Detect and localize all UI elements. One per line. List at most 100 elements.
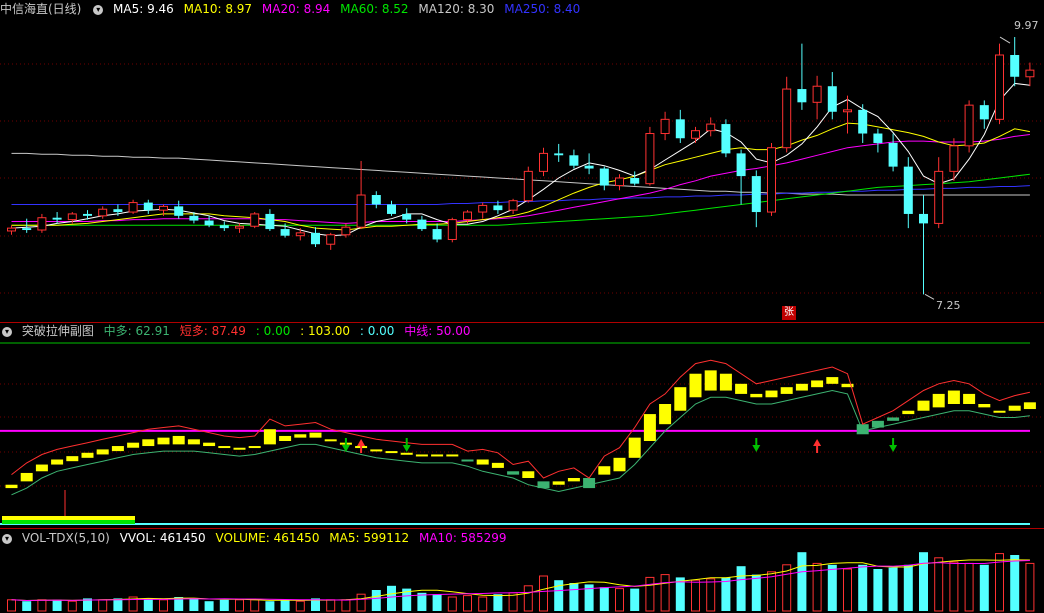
- sub-bar: [674, 387, 687, 411]
- candle-body: [767, 147, 776, 213]
- sub-bar: [127, 442, 140, 448]
- candle-body: [675, 119, 685, 139]
- candle-body: [888, 142, 898, 167]
- candle-body: [387, 204, 396, 214]
- candle-body: [417, 219, 427, 230]
- candle-body: [98, 208, 108, 217]
- sub-bar: [5, 484, 18, 489]
- volume-bar: [767, 571, 776, 612]
- volume-bar: [280, 599, 290, 611]
- sub-bar: [932, 393, 945, 408]
- candle-body: [371, 195, 381, 205]
- sub-bar: [279, 435, 292, 441]
- volume-bar: [7, 599, 16, 612]
- volume-bar: [447, 596, 457, 612]
- candle-body: [250, 213, 260, 227]
- candle-body: [1010, 55, 1020, 77]
- candle-body: [630, 177, 640, 184]
- candle-body: [341, 226, 351, 236]
- volume-bar: [599, 587, 609, 611]
- sub-bar: [780, 387, 793, 394]
- sub-bar: [187, 439, 200, 445]
- volume-bar: [37, 599, 47, 612]
- sub-bar: [172, 435, 185, 445]
- ma60-line: [11, 173, 1030, 226]
- candle-body: [979, 105, 989, 120]
- ma5-line: [11, 82, 1030, 237]
- sub-bar: [218, 446, 231, 449]
- sub-bar: [978, 404, 991, 408]
- volume-bar: [569, 583, 579, 611]
- candle-body: [903, 166, 913, 214]
- volume-bar: [265, 601, 275, 611]
- sub-bar: [66, 456, 79, 462]
- sub-bar: [461, 459, 474, 462]
- volume-bar: [630, 588, 640, 611]
- sub-bar: [659, 404, 672, 425]
- volume-bar: [751, 574, 761, 611]
- volume-bar: [98, 599, 108, 612]
- sub-bar: [795, 383, 808, 391]
- candle-body: [736, 153, 746, 177]
- sub-bar: [400, 452, 413, 455]
- candle-body: [83, 213, 92, 216]
- volume-bar: [736, 566, 746, 611]
- volume-bar: [22, 601, 32, 611]
- candle-body: [52, 217, 62, 220]
- candle-body: [843, 109, 852, 113]
- volume-bar: [189, 598, 199, 611]
- volume-bar: [159, 599, 168, 612]
- volume-bar: [873, 569, 883, 611]
- volume-bar: [250, 599, 260, 612]
- sub-bar: [735, 383, 748, 394]
- volume-bar: [843, 568, 852, 612]
- volume-bar: [235, 599, 244, 612]
- volume-bar: [979, 564, 989, 611]
- candle-body: [964, 104, 974, 147]
- volume-bar: [493, 594, 503, 611]
- volume-bar: [463, 595, 472, 612]
- sub-bar: [993, 410, 1006, 413]
- volume-bar: [523, 585, 533, 612]
- candle-body: [645, 133, 655, 185]
- candle-body: [873, 133, 883, 143]
- candle-body: [22, 228, 32, 231]
- sub-bar: [643, 414, 656, 441]
- candle-body: [508, 200, 518, 211]
- candle-body: [539, 152, 548, 172]
- volume-bar: [919, 552, 928, 611]
- sub-bar: [263, 429, 276, 445]
- volume-bar: [554, 580, 564, 611]
- candle-body: [37, 217, 47, 231]
- sub-bar: [385, 451, 398, 454]
- kline-chart[interactable]: [0, 0, 1044, 613]
- candle-body: [706, 123, 716, 132]
- candle-body: [1025, 69, 1035, 78]
- candle-body: [523, 170, 533, 202]
- volume-bar: [615, 588, 624, 612]
- volume-bar: [341, 599, 351, 612]
- sub-bar: [583, 478, 596, 489]
- sub-bar: [248, 446, 261, 449]
- volume-bar: [691, 579, 700, 612]
- sub-bar: [522, 471, 535, 478]
- sub-bar: [370, 449, 383, 452]
- candle-body: [204, 220, 214, 226]
- ma120-line: [11, 152, 1030, 196]
- sub-bar: [887, 417, 900, 421]
- candle-body: [402, 213, 412, 220]
- volume-bar: [721, 577, 731, 611]
- high-price-label: 9.97: [1014, 19, 1039, 32]
- low-price-label: 7.25: [936, 299, 961, 312]
- sub-bar: [142, 439, 155, 447]
- candle-body: [143, 202, 153, 211]
- candle-body: [949, 145, 959, 172]
- sub-bar: [157, 437, 170, 445]
- sub-bar: [491, 462, 504, 468]
- volume-bar: [1010, 555, 1020, 611]
- volume-bar: [432, 594, 442, 611]
- sub-bar: [765, 390, 778, 398]
- sub-bar: [963, 393, 976, 404]
- high-marker-line: [999, 36, 1011, 44]
- volume-bar: [964, 562, 974, 612]
